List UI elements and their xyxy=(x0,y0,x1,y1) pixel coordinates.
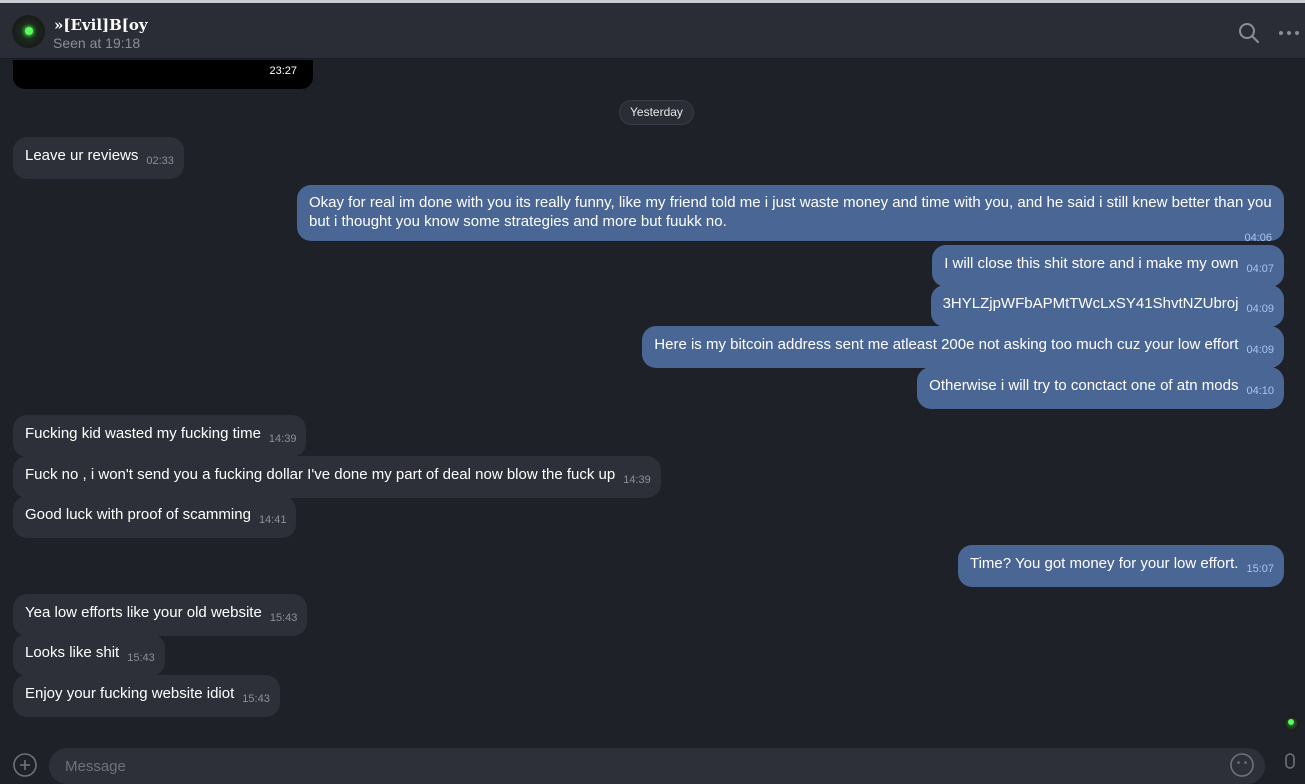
microphone-icon[interactable] xyxy=(1282,752,1298,776)
outgoing-message[interactable]: Here is my bitcoin address sent me atlea… xyxy=(642,326,1284,368)
message-text: Otherwise i will try to conctact one of … xyxy=(929,377,1239,394)
message-text: Leave ur reviews xyxy=(25,147,139,164)
chat-header: »[Evil]B[oy Seen at 19:18 xyxy=(0,3,1305,59)
message-time: 15:43 xyxy=(242,693,270,705)
message-text: Good luck with proof of scamming xyxy=(25,506,251,523)
message-text: Time? You got money for your low effort. xyxy=(969,555,1239,572)
message-time: 15:07 xyxy=(1246,563,1274,575)
outgoing-message[interactable]: Otherwise i will try to conctact one of … xyxy=(917,367,1284,409)
message-time: 14:39 xyxy=(268,433,297,445)
incoming-message[interactable]: Yea low efforts like your old website 15:… xyxy=(13,594,308,636)
message-time: 14:41 xyxy=(258,514,287,526)
incoming-message[interactable]: Leave ur reviews 02:33 xyxy=(13,137,184,179)
message-text: Here is my bitcoin address sent me atlea… xyxy=(654,336,1239,353)
outgoing-message[interactable]: I will close this shit store and i make … xyxy=(932,245,1284,287)
message-text: Fucking kid wasted my fucking time xyxy=(25,425,261,442)
message-text: Fuck no , i won't send you a fucking dol… xyxy=(25,466,616,483)
media-message[interactable]: 23:27 xyxy=(13,60,313,89)
incoming-message[interactable]: Enjoy your fucking website idiot 15:43 xyxy=(13,675,280,717)
attach-icon[interactable] xyxy=(12,752,38,778)
more-horizontal-icon[interactable] xyxy=(1277,21,1301,45)
incoming-message[interactable]: Fucking kid wasted my fucking time 14:39 xyxy=(13,415,307,457)
message-text: Yea low efforts like your old website xyxy=(25,604,262,621)
sender-avatar[interactable] xyxy=(1283,715,1300,732)
message-input[interactable] xyxy=(49,748,1265,784)
emoji-icon[interactable] xyxy=(1229,752,1255,778)
message-time: 14:39 xyxy=(623,474,651,486)
last-seen-status: Seen at 19:18 xyxy=(53,35,141,51)
chat-title[interactable]: »[Evil]B[oy xyxy=(54,16,148,34)
incoming-message[interactable]: Fuck no , i won't send you a fucking dol… xyxy=(13,456,661,498)
message-time: 23:27 xyxy=(269,65,297,77)
avatar[interactable] xyxy=(12,15,45,48)
search-icon[interactable] xyxy=(1237,21,1261,45)
outgoing-message[interactable]: 3HYLZjpWFbAPMtTWcLxSY41ShvtNZUbroj 04:09 xyxy=(930,285,1284,327)
message-time: 04:06 xyxy=(1244,232,1272,244)
message-text: Enjoy your fucking website idiot xyxy=(25,685,235,702)
message-time: 15:43 xyxy=(127,652,155,664)
message-text: 3HYLZjpWFbAPMtTWcLxSY41ShvtNZUbroj xyxy=(942,295,1239,312)
message-text: Looks like shit xyxy=(25,644,120,661)
message-time: 15:43 xyxy=(269,612,298,624)
message-time: 04:10 xyxy=(1246,385,1274,397)
outgoing-message[interactable]: Okay for real im done with you its reall… xyxy=(297,185,1284,244)
outgoing-message[interactable]: Time? You got money for your low effort.… xyxy=(957,545,1284,587)
message-composer xyxy=(0,740,1305,784)
message-list[interactable]: 23:27 Yesterday Leave ur reviews 02:33 Ok… xyxy=(0,60,1305,740)
date-separator: Yesterday xyxy=(619,100,694,125)
incoming-message[interactable]: Looks like shit 15:43 xyxy=(13,634,165,676)
message-time: 04:07 xyxy=(1246,263,1274,275)
message-time: 04:09 xyxy=(1246,344,1274,356)
message-text: I will close this shit store and i make … xyxy=(944,255,1239,272)
message-text: Okay for real im done with you its reall… xyxy=(309,194,1272,230)
message-time: 04:09 xyxy=(1246,303,1274,315)
incoming-message[interactable]: Good luck with proof of scamming 14:41 xyxy=(13,496,297,538)
message-time: 02:33 xyxy=(146,155,174,167)
